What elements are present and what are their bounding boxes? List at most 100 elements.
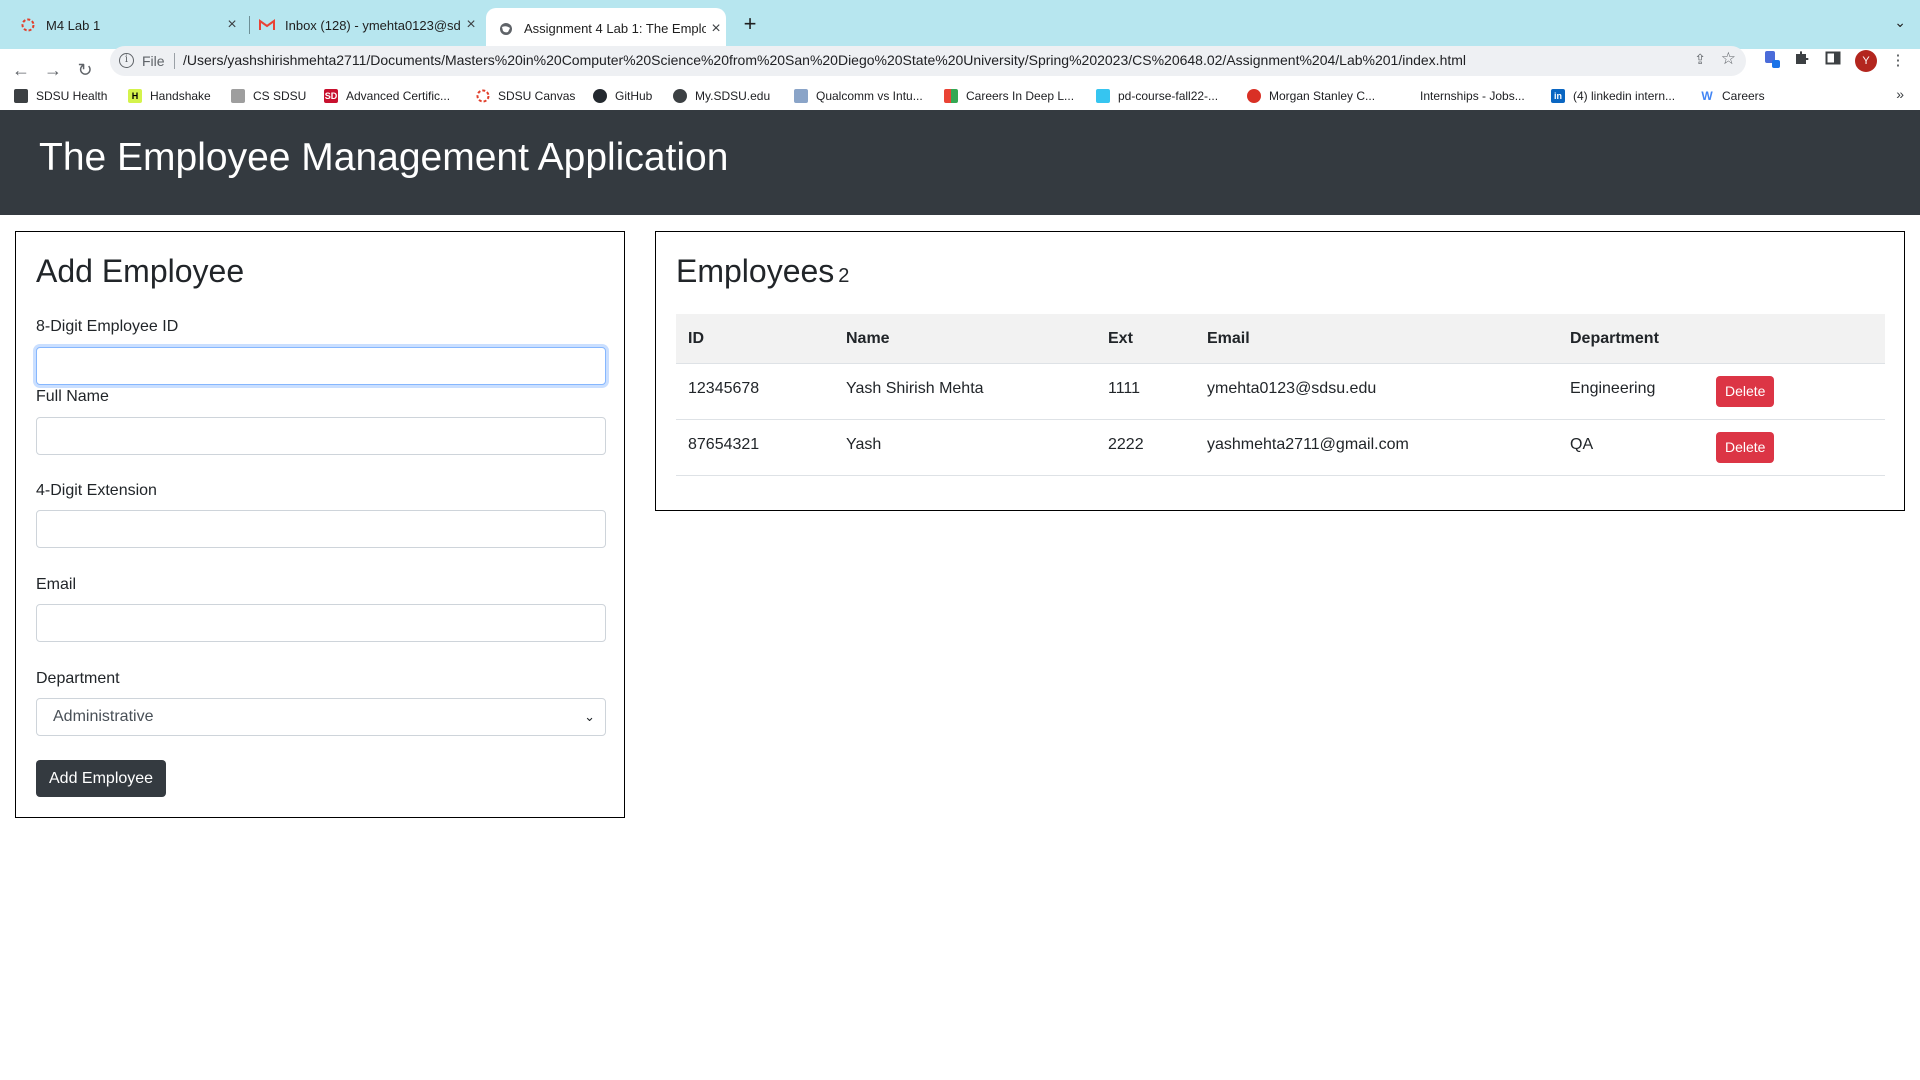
profile-avatar[interactable]: Y: [1855, 50, 1877, 72]
column-header-department: Department: [1570, 330, 1659, 347]
share-icon[interactable]: ⇪: [1694, 51, 1706, 68]
bookmark-qualcomm[interactable]: Qualcomm vs Intu...: [794, 86, 923, 106]
extension-input[interactable]: [36, 510, 606, 548]
department-label: Department: [36, 670, 120, 687]
url-scheme-label: File: [142, 53, 165, 69]
canvas-icon: [476, 89, 490, 103]
tab-title: M4 Lab 1: [46, 17, 101, 33]
cell-department: QA: [1570, 436, 1594, 453]
extension-pr-icon[interactable]: [1761, 50, 1783, 72]
bookmark-label: Advanced Certific...: [346, 89, 451, 103]
add-employee-button[interactable]: Add Employee: [36, 760, 167, 797]
full-name-input[interactable]: [36, 417, 606, 455]
column-header-ext: Ext: [1108, 330, 1133, 347]
bookmark-linkedin[interactable]: in (4) linkedin intern...: [1551, 86, 1675, 106]
table-row: 12345678 Yash Shirish Mehta 1111 ymehta0…: [676, 364, 1885, 420]
tab-separator: [249, 16, 250, 34]
bookmark-label: pd-course-fall22-...: [1118, 89, 1219, 103]
browser-menu-icon[interactable]: ⋮: [1887, 50, 1909, 72]
cell-ext: 2222: [1108, 436, 1144, 453]
close-tab-icon[interactable]: ×: [461, 16, 481, 34]
more-bookmarks-icon[interactable]: »: [1896, 86, 1904, 102]
bookmark-label: SDSU Health: [36, 89, 108, 103]
extension-label: 4-Digit Extension: [36, 482, 157, 499]
form-heading: Add Employee: [36, 253, 245, 289]
bookmark-advanced-certificate[interactable]: SD Advanced Certific...: [324, 86, 450, 106]
bookmark-label: Handshake: [150, 89, 211, 103]
gmail-favicon-icon: [259, 17, 275, 33]
bookmark-label: (4) linkedin intern...: [1573, 89, 1676, 103]
side-panel-icon[interactable]: [1822, 50, 1844, 72]
bookmark-sdsu-health[interactable]: SDSU Health: [14, 86, 107, 106]
column-header-id: ID: [688, 330, 704, 347]
bookmark-github[interactable]: GitHub: [593, 86, 652, 106]
bookmark-pd-course[interactable]: pd-course-fall22-...: [1096, 86, 1218, 106]
tab-title: Assignment 4 Lab 1: The Emplo: [524, 21, 706, 36]
reload-icon[interactable]: ↻: [72, 57, 98, 83]
bookmark-my-sdsu[interactable]: My.SDSU.edu: [673, 86, 770, 106]
new-tab-icon[interactable]: +: [738, 12, 762, 36]
employee-id-label: 8-Digit Employee ID: [36, 318, 179, 335]
bookmark-label: My.SDSU.edu: [695, 89, 771, 103]
linkedin-icon: in: [1551, 89, 1565, 103]
employees-card: Employees 2 ID Name Ext Email Department …: [655, 231, 1905, 511]
delete-button[interactable]: Delete: [1716, 432, 1775, 463]
delete-button[interactable]: Delete: [1716, 376, 1775, 407]
bookmark-favicon-icon: [944, 89, 958, 103]
address-bar[interactable]: i File /Users/yashshirishmehta2711/Docum…: [110, 46, 1746, 76]
back-arrow-icon[interactable]: ←: [8, 57, 34, 83]
bookmark-careers-deep-learning[interactable]: Careers In Deep L...: [944, 86, 1074, 106]
bookmark-label: Morgan Stanley C...: [1269, 89, 1376, 103]
tab-search-chevron-icon[interactable]: ⌄: [1894, 14, 1906, 31]
github-icon: [593, 89, 607, 103]
employees-heading-text: Employees: [676, 253, 835, 289]
tab-title: Inbox (128) - ymehta0123@sdsu: [285, 17, 461, 33]
department-select[interactable]: Administrative ⌄: [36, 698, 606, 736]
handshake-icon: H: [128, 89, 142, 103]
globe-icon: [673, 89, 687, 103]
close-tab-icon[interactable]: ×: [222, 16, 242, 34]
bookmark-morgan-stanley[interactable]: Morgan Stanley C...: [1247, 86, 1375, 106]
employee-count: 2: [838, 265, 850, 287]
apple-icon: [1398, 89, 1412, 103]
app-header: The Employee Management Application: [0, 110, 1920, 215]
cell-ext: 1111: [1108, 380, 1141, 397]
email-input[interactable]: [36, 604, 606, 642]
bookmark-label: Careers In Deep L...: [966, 89, 1075, 103]
cell-email: ymehta0123@sdsu.edu: [1207, 380, 1377, 397]
cell-name: Yash Shirish Mehta: [846, 380, 984, 397]
forward-arrow-icon[interactable]: →: [40, 57, 66, 83]
tab-inbox[interactable]: Inbox (128) - ymehta0123@sdsu ×: [259, 9, 481, 41]
bookmark-favicon-icon: [1247, 89, 1261, 103]
bookmark-careers[interactable]: W Careers: [1700, 86, 1764, 106]
cell-name: Yash: [846, 436, 882, 453]
chevron-down-icon: ⌄: [584, 709, 595, 724]
bookmark-star-icon[interactable]: ☆: [1721, 49, 1736, 69]
tab-assignment-active[interactable]: Assignment 4 Lab 1: The Emplo ×: [486, 8, 726, 49]
column-header-name: Name: [846, 330, 890, 347]
cell-id: 12345678: [688, 380, 760, 397]
table-row: 87654321 Yash 2222 yashmehta2711@gmail.c…: [676, 420, 1885, 476]
bookmark-internships[interactable]: Internships - Jobs...: [1398, 86, 1525, 106]
add-employee-card: Add Employee 8-Digit Employee ID Full Na…: [15, 231, 625, 818]
globe-favicon-icon: [498, 21, 514, 37]
tab-strip: M4 Lab 1 × Inbox (128) - ymehta0123@sdsu…: [0, 0, 1920, 49]
canvas-favicon-icon: [20, 17, 36, 33]
bookmark-cs-sdsu[interactable]: CS SDSU: [231, 86, 306, 106]
url-separator: [174, 53, 175, 69]
tab-m4-lab[interactable]: M4 Lab 1 ×: [20, 9, 242, 41]
bookmark-favicon-icon: [794, 89, 808, 103]
sdsu-logo-icon: SD: [324, 89, 338, 103]
extensions-puzzle-icon[interactable]: [1790, 50, 1812, 72]
site-info-icon[interactable]: i: [119, 53, 134, 68]
employee-id-input[interactable]: [36, 347, 606, 385]
bookmark-handshake[interactable]: H Handshake: [128, 86, 211, 106]
url-text[interactable]: /Users/yashshirishmehta2711/Documents/Ma…: [183, 52, 1466, 68]
column-header-email: Email: [1207, 330, 1250, 347]
bookmark-sdsu-canvas[interactable]: SDSU Canvas: [476, 86, 575, 106]
app-title: The Employee Management Application: [39, 136, 729, 179]
bookmark-label: SDSU Canvas: [498, 89, 576, 103]
slack-icon: [1096, 89, 1110, 103]
department-selected-value: Administrative: [53, 708, 154, 725]
close-tab-icon[interactable]: ×: [706, 20, 726, 38]
